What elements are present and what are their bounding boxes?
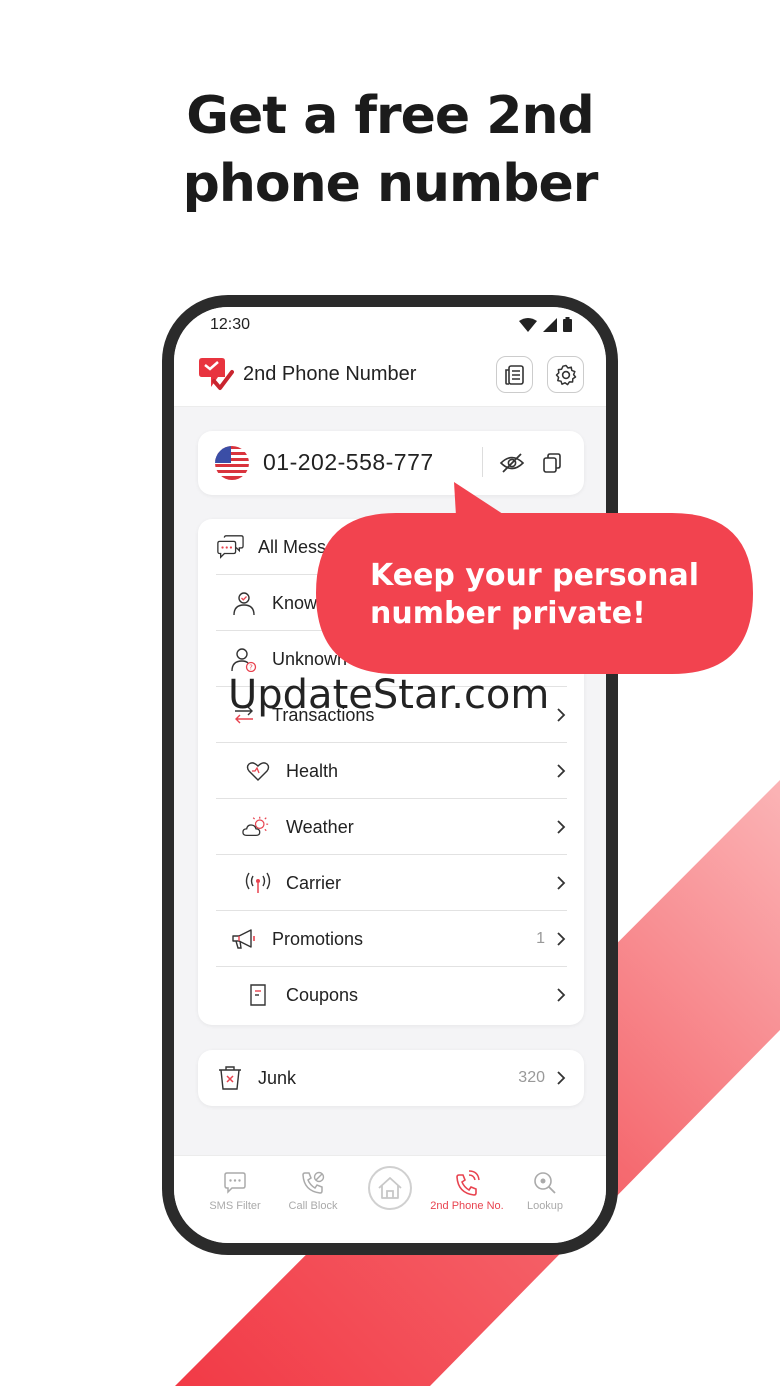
status-time: 12:30 [210, 316, 251, 333]
copy-icon [543, 453, 561, 473]
hide-number-button[interactable] [498, 449, 526, 477]
app-bar: 2nd Phone Number [174, 345, 606, 407]
junk-count: 320 [518, 1069, 545, 1086]
nav-label: SMS Filter [209, 1200, 261, 1212]
sms-icon [224, 1172, 246, 1194]
trash-icon [216, 1064, 244, 1092]
nav-2nd-phone-number[interactable]: 2nd Phone No. [428, 1168, 506, 1212]
nav-label: 2nd Phone No. [430, 1200, 504, 1212]
person-icon [230, 589, 258, 617]
search-icon [534, 1172, 556, 1194]
app-logo-icon [199, 358, 234, 390]
callout-line-1: Keep your personal [370, 558, 700, 593]
home-icon [378, 1177, 402, 1199]
nav-label: Lookup [526, 1200, 564, 1212]
bottom-navigation: SMS Filter Call Block 2nd Phone No. Look… [174, 1155, 606, 1243]
callout-text: Keep your personal number private! [370, 557, 699, 633]
callout-line-2: number private! [370, 596, 646, 631]
nav-label: Call Block [288, 1200, 338, 1212]
category-label: Carrier [286, 873, 342, 893]
coupon-icon [244, 981, 272, 1009]
headline-line-2: phone number [182, 154, 599, 214]
chevron-right-icon [557, 988, 566, 1002]
junk-label: Junk [258, 1068, 297, 1088]
category-row-health[interactable]: Health [216, 743, 567, 799]
headline: Get a free 2nd phone number [0, 82, 780, 218]
phone-screen: 12:30 2nd Phone Number 01-202-558-777 Al… [174, 307, 606, 1243]
phone-number-card: 01-202-558-777 [198, 431, 584, 495]
us-flag-icon [215, 446, 249, 480]
category-label: Promotions [272, 929, 364, 949]
category-label: Health [286, 761, 339, 781]
chevron-right-icon [557, 876, 566, 890]
divider [482, 447, 483, 477]
signal-icon [543, 317, 557, 332]
chat-bubbles-icon [216, 533, 244, 561]
nav-lookup[interactable]: Lookup [506, 1168, 584, 1212]
battery-icon [563, 317, 572, 332]
phone-block-icon [302, 1171, 325, 1194]
category-label: Weather [286, 817, 354, 837]
category-row-weather[interactable]: Weather [216, 799, 567, 855]
nav-call-block[interactable]: Call Block [274, 1168, 352, 1212]
heart-icon [244, 757, 272, 785]
status-icons [519, 317, 572, 332]
chevron-right-icon [557, 764, 566, 778]
copy-number-button[interactable] [538, 449, 566, 477]
settings-button[interactable] [547, 356, 584, 393]
category-row-carrier[interactable]: Carrier [216, 855, 567, 911]
wifi-icon [519, 317, 537, 332]
headline-line-1: Get a free 2nd [186, 86, 594, 146]
category-label: Know [272, 593, 318, 613]
category-count: 1 [536, 930, 545, 947]
app-title: 2nd Phone Number [243, 363, 417, 385]
nav-sms-filter[interactable]: SMS Filter [196, 1168, 274, 1212]
category-label: Coupons [286, 985, 359, 1005]
megaphone-icon [230, 925, 258, 953]
phone-ring-icon [456, 1170, 480, 1196]
category-row-junk[interactable]: Junk 320 [216, 1050, 567, 1106]
watermark-text: UpdateStar.com [228, 672, 550, 718]
phone-mockup: 12:30 2nd Phone Number 01-202-558-777 Al… [162, 295, 618, 1255]
junk-card[interactable]: Junk 320 [198, 1050, 584, 1106]
notes-button[interactable] [496, 356, 533, 393]
gear-icon [555, 364, 576, 385]
chevron-right-icon [557, 820, 566, 834]
second-phone-number: 01-202-558-777 [263, 449, 434, 475]
callout-pointer [454, 482, 506, 516]
status-bar: 12:30 [174, 307, 606, 345]
category-row-coupons[interactable]: Coupons [216, 967, 567, 1023]
chevron-right-icon [557, 708, 566, 722]
svg-text:?: ? [249, 664, 253, 672]
hide-eye-icon [499, 453, 525, 473]
category-row-promotions[interactable]: Promotions 1 [216, 911, 567, 967]
notes-icon [504, 364, 524, 385]
chevron-right-icon [557, 932, 566, 946]
chevron-right-icon [557, 1071, 566, 1085]
callout-bubble: Keep your personal number private! [316, 483, 753, 674]
nav-home[interactable] [368, 1166, 412, 1210]
antenna-icon [244, 869, 272, 897]
sun-cloud-icon [242, 813, 270, 841]
unknown-person-icon: ? [230, 645, 258, 673]
